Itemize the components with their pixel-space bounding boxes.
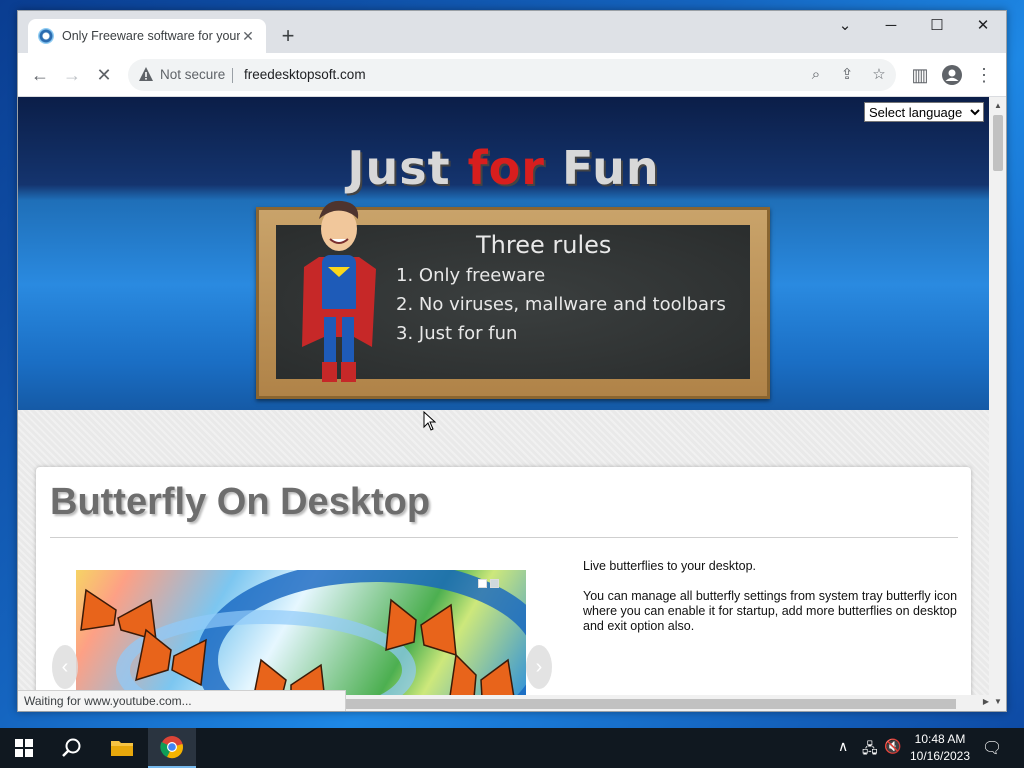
tray-overflow-chevron-icon[interactable]: ∧ [838, 738, 848, 755]
omnibox-divider [232, 68, 233, 83]
vertical-scroll-thumb[interactable] [993, 115, 1003, 171]
new-tab-button[interactable]: + [276, 25, 300, 49]
scroll-down-arrow-icon[interactable]: ▼ [989, 695, 1006, 709]
tab-strip: Only Freeware software for your ✕ + ⌄ ─ … [18, 11, 1006, 53]
taskbar: ∧ 🖧 🔇 10:48 AM 10/16/2023 🗨 [0, 728, 1024, 768]
status-bubble: Waiting for www.youtube.com... [18, 690, 346, 711]
rule-3: 3. Just for fun [396, 323, 518, 344]
search-icon [62, 738, 81, 757]
horizontal-scroll-thumb[interactable] [346, 699, 956, 709]
system-clock[interactable]: 10:48 AM 10/16/2023 [900, 731, 980, 765]
page-viewport: Just for Fun Select language Three rules… [18, 97, 989, 711]
url-text[interactable]: freedesktopsoft.com [244, 67, 366, 82]
slider-pagination [478, 579, 499, 588]
windows-logo-icon [15, 739, 33, 757]
notification-center-icon[interactable]: 🗨 [982, 738, 1002, 758]
forward-button[interactable]: → [58, 61, 86, 89]
product-card: Butterfly On Desktop ‹ › Live butterflie… [36, 467, 971, 711]
close-window-button[interactable]: ✕ [960, 11, 1006, 41]
description-paragraph-2: You can manage all butterfly settings fr… [583, 589, 958, 633]
menu-kebab-icon[interactable]: ⋮ [970, 61, 998, 89]
minimize-button[interactable]: ─ [868, 11, 914, 41]
folder-icon [111, 741, 133, 756]
browser-toolbar: ← → ✕ Not secure freedesktopsoft.com ⌕ ⇪… [18, 53, 1006, 97]
rules-heading: Three rules [476, 231, 612, 259]
vertical-scrollbar[interactable]: ▲ ▼ [989, 97, 1006, 711]
slider-prev-arrow-icon[interactable]: ‹ [52, 645, 78, 689]
chrome-taskbar-button[interactable] [148, 728, 196, 768]
horizontal-scrollbar[interactable]: ▶ [346, 695, 989, 711]
site-favicon-icon [38, 28, 54, 44]
browser-window: Only Freeware software for your ✕ + ⌄ ─ … [17, 10, 1007, 712]
profile-avatar-icon[interactable] [938, 61, 966, 89]
file-explorer-button[interactable] [98, 728, 146, 768]
scroll-right-arrow-icon[interactable]: ▶ [983, 697, 989, 706]
warning-icon[interactable] [138, 66, 154, 82]
superhero-mascot-image [302, 200, 376, 382]
search-button[interactable] [48, 728, 96, 768]
banner-title-part2: for [467, 141, 545, 195]
network-icon[interactable]: 🖧 [862, 738, 878, 762]
scroll-up-arrow-icon[interactable]: ▲ [989, 99, 1006, 113]
slider-dot-active[interactable] [478, 579, 487, 588]
banner-title-part1: Just [347, 141, 468, 195]
maximize-button[interactable]: ☐ [914, 11, 960, 41]
tab-search-icon[interactable]: ⌄ [822, 11, 868, 41]
tab-close-icon[interactable]: ✕ [240, 28, 256, 45]
side-panel-icon[interactable]: ▥ [906, 61, 934, 89]
bookmark-star-icon[interactable]: ☆ [868, 64, 890, 86]
address-bar[interactable]: Not secure freedesktopsoft.com ⌕ ⇪ ☆ [128, 59, 896, 91]
share-icon[interactable]: ⇪ [836, 64, 858, 86]
banner-title-part3: Fun [544, 141, 660, 195]
start-button[interactable] [0, 728, 48, 768]
site-banner: Just for Fun Select language Three rules… [18, 97, 989, 410]
rule-2: 2. No viruses, mallware and toolbars [396, 294, 726, 315]
description-paragraph-1: Live butterflies to your desktop. [583, 559, 757, 573]
rule-1: 1. Only freeware [396, 265, 546, 286]
tab-title: Only Freeware software for your [62, 29, 240, 43]
stop-loading-button[interactable]: ✕ [90, 61, 118, 89]
slider-next-arrow-icon[interactable]: › [526, 645, 552, 689]
browser-tab[interactable]: Only Freeware software for your ✕ [28, 19, 266, 53]
product-description: Live butterflies to your desktop. You ca… [583, 559, 963, 649]
back-button[interactable]: ← [26, 61, 54, 89]
zoom-search-icon[interactable]: ⌕ [805, 64, 827, 86]
product-title[interactable]: Butterfly On Desktop [50, 481, 430, 524]
slider-dot[interactable] [490, 579, 499, 588]
banner-title: Just for Fun [18, 141, 989, 195]
volume-muted-icon[interactable]: 🔇 [884, 738, 901, 755]
title-divider [50, 537, 958, 538]
mouse-cursor-icon [423, 411, 437, 431]
clock-date: 10/16/2023 [909, 749, 971, 763]
language-select[interactable]: Select language [864, 102, 984, 122]
chrome-icon [160, 736, 183, 759]
clock-time: 10:48 AM [914, 732, 966, 746]
not-secure-label[interactable]: Not secure [160, 67, 225, 82]
